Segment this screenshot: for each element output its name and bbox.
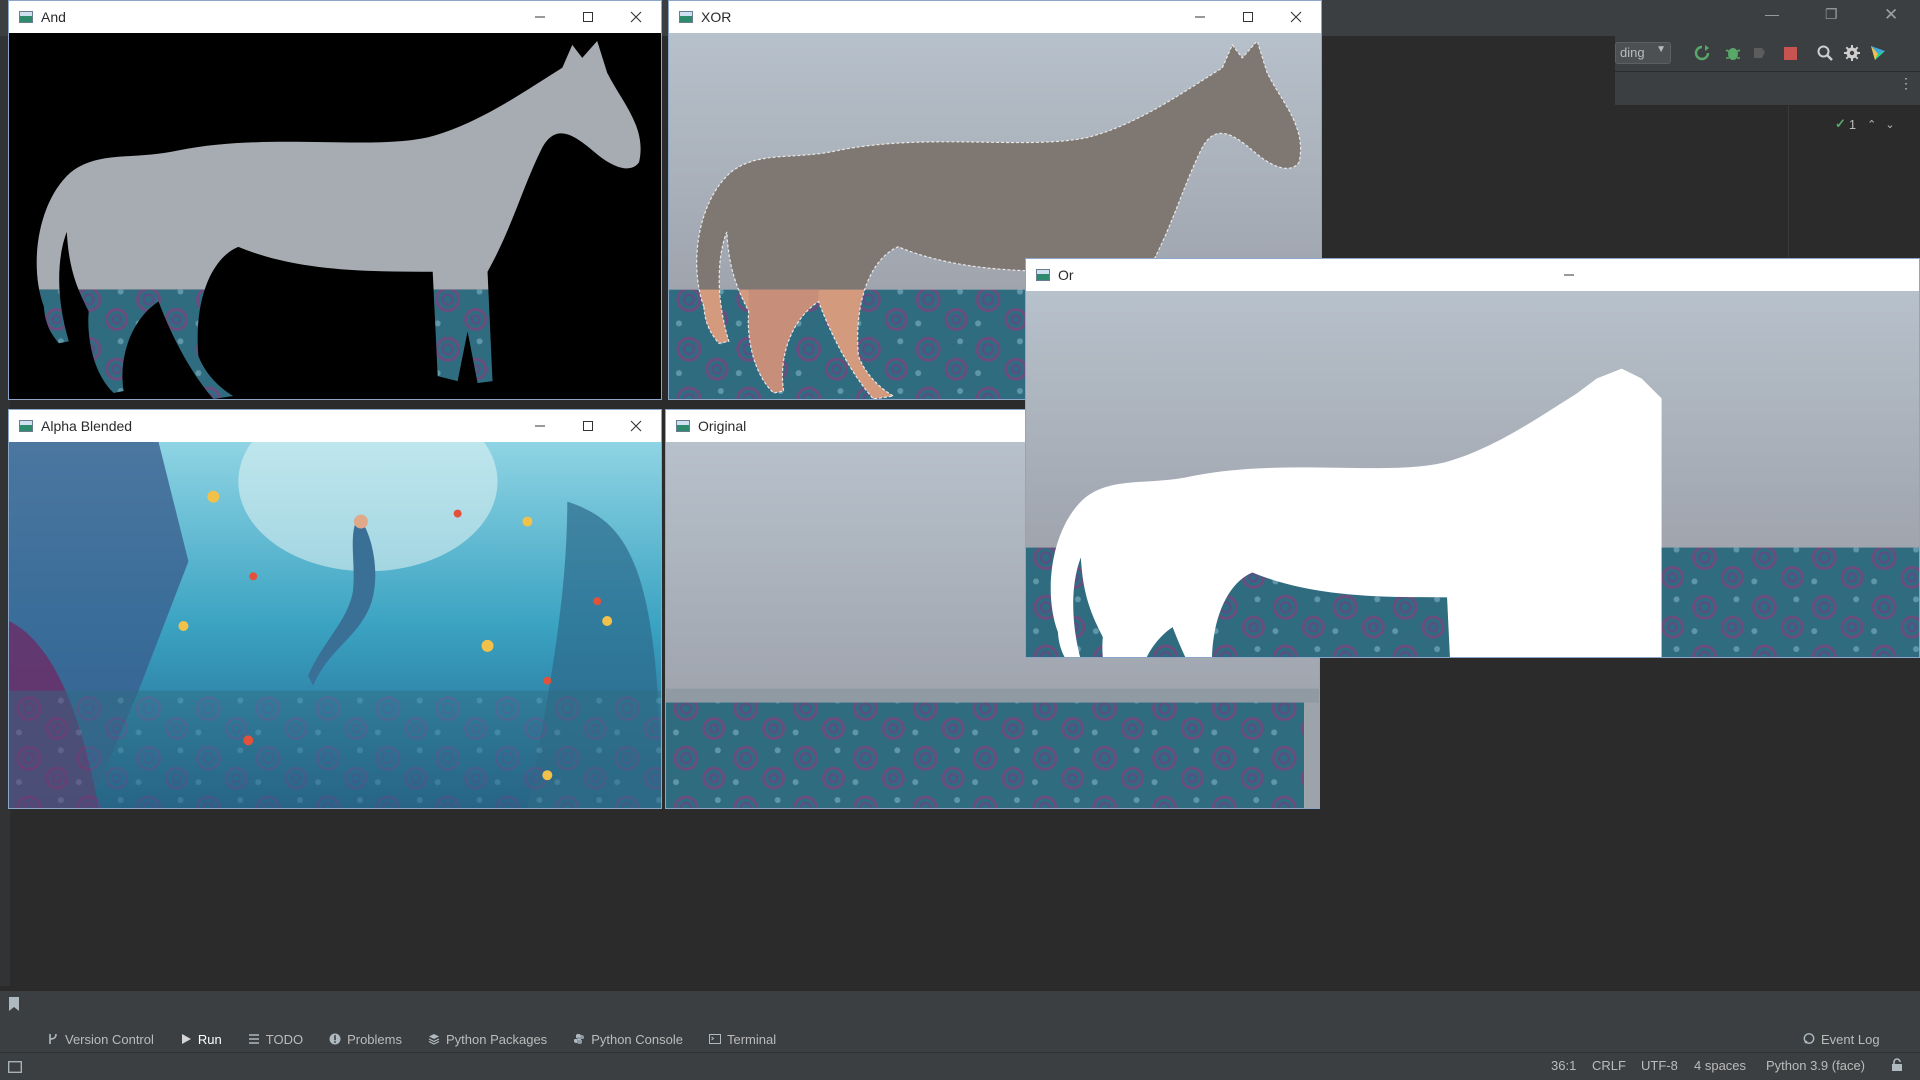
window-alpha-blended[interactable]: Alpha Blended [8,409,662,809]
tool-window-python-console[interactable]: Python Console [560,1026,696,1052]
window-title: And [41,9,66,25]
opencv-window-icon [1036,269,1050,281]
indent-setting[interactable]: 4 spaces [1694,1058,1746,1073]
bookmark-icon[interactable] [8,996,20,1012]
rerun-icon[interactable] [1693,44,1711,62]
minimize-button[interactable] [1177,1,1223,33]
window-title: Alpha Blended [41,418,133,434]
window-title: XOR [701,9,732,25]
lock-icon[interactable] [1890,1058,1904,1072]
chevron-down-icon[interactable]: ⌄ [1885,118,1894,131]
tool-window-python-packages[interactable]: Python Packages [415,1026,560,1052]
tool-window-label: Python Packages [446,1031,548,1047]
image-and-result [9,33,661,399]
tool-window-label: Problems [347,1031,402,1047]
tool-window-label: Event Log [1821,1031,1880,1047]
tool-window-event-log[interactable]: Event Log [1790,1026,1893,1052]
opencv-window-icon [679,11,693,23]
window-title: Or [1058,267,1074,283]
window-and[interactable]: And [8,0,662,400]
status-bar [0,1052,1920,1080]
tool-window-label: TODO [265,1031,304,1047]
close-button[interactable] [613,1,659,33]
maximize-button[interactable] [1225,1,1271,33]
speech-bubble-icon [1803,1033,1815,1044]
terminal-icon [708,1034,721,1044]
ide-minimize-button[interactable]: — [1765,6,1779,22]
inspection-count: 1 [1848,116,1857,132]
ide-restore-button[interactable]: ❐ [1825,6,1838,23]
tool-window-run[interactable]: Run [167,1026,235,1052]
file-encoding[interactable]: UTF-8 [1641,1058,1678,1073]
coverage-icon[interactable] [1751,44,1769,62]
window-title-bar[interactable]: Alpha Blended [9,410,661,442]
run-config-select[interactable]: ding ▼ [1615,42,1671,64]
more-options-icon[interactable]: ⋮ [1899,76,1913,90]
window-or[interactable]: Or [1025,258,1920,658]
window-title: Original [698,418,747,434]
line-ending[interactable]: CRLF [1592,1058,1626,1073]
tool-window-terminal[interactable]: Terminal [696,1026,789,1052]
chevron-down-icon: ▼ [1656,44,1666,55]
debug-icon[interactable] [1724,44,1742,62]
image-alpha-blended [9,442,661,808]
chevron-up-icon[interactable]: ⌃ [1867,118,1876,131]
tool-window-label: Run [197,1031,222,1047]
tool-window-label: Version Control [65,1031,154,1047]
close-button[interactable] [613,410,659,442]
list-icon [248,1034,259,1044]
window-title-bar[interactable]: XOR [669,1,1321,33]
python-icon [574,1034,585,1044]
opencv-window-icon [19,11,33,23]
opencv-window-icon [676,420,690,432]
run-icon [181,1034,191,1044]
bottom-panel [0,990,1920,1026]
window-title-bar[interactable]: Or [1026,259,1919,291]
minimize-button[interactable] [517,410,563,442]
maximize-button[interactable] [565,1,611,33]
stop-icon[interactable] [1782,45,1800,63]
maximize-button[interactable] [565,410,611,442]
tool-window-version-control[interactable]: Version Control [34,1026,167,1052]
close-button[interactable] [1273,1,1319,33]
window-title-bar[interactable]: And [9,1,661,33]
jetbrains-toolbox-icon[interactable] [1869,44,1887,62]
inspection-widget[interactable]: ✓ 1 ⌃ ⌄ [1835,116,1895,132]
editor-tab-row: ⋮ [1615,72,1920,106]
minimize-button[interactable] [517,1,563,33]
tool-window-todo[interactable]: TODO [235,1026,316,1052]
search-icon[interactable] [1816,44,1834,62]
gear-icon[interactable] [1843,44,1861,62]
layers-icon [428,1034,440,1045]
layout-icon[interactable] [8,1061,22,1073]
tool-window-bar: Version Control Run TODO Problems Python… [0,1026,1920,1052]
info-icon [329,1033,341,1045]
minimize-button[interactable] [1546,259,1592,291]
tool-window-label: Terminal [726,1031,777,1047]
branch-icon [49,1033,57,1044]
ide-toolbar: ding ▼ [1615,36,1920,72]
python-interpreter[interactable]: Python 3.9 (face) [1766,1058,1865,1073]
caret-position[interactable]: 36:1 [1551,1058,1576,1073]
opencv-window-icon [19,420,33,432]
run-config-label: ding [1620,45,1645,60]
tool-window-problems[interactable]: Problems [316,1026,415,1052]
tool-window-label: Python Console [591,1031,683,1047]
ide-close-button[interactable]: ✕ [1884,5,1898,25]
image-or-result [1026,291,1919,657]
check-icon: ✓ [1835,116,1846,131]
